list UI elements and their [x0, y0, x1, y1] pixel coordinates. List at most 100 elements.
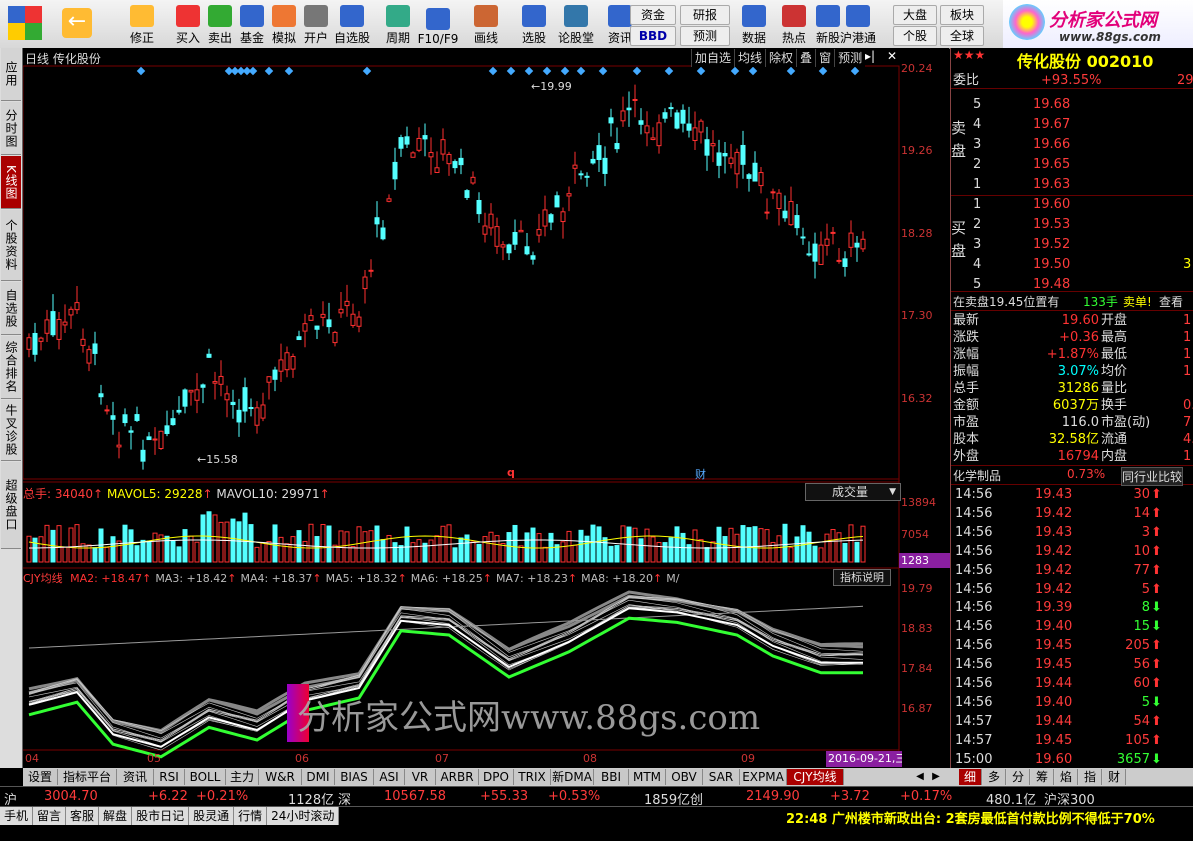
quanqiu-button[interactable]: 全球: [940, 26, 984, 46]
event-diamond-icon[interactable]: [786, 66, 796, 76]
event-diamond-icon[interactable]: [136, 66, 146, 76]
sz-value[interactable]: 10567.58: [384, 789, 446, 804]
candle-body[interactable]: [44, 319, 50, 334]
candle-body[interactable]: [68, 308, 74, 316]
candle-body[interactable]: [650, 137, 656, 140]
candle-body[interactable]: [314, 325, 320, 330]
news-ticker[interactable]: 22:48 广州楼市新政出台: 2套房最低首付款比例不得低于70%: [786, 808, 1155, 827]
candle-body[interactable]: [338, 308, 344, 314]
candle-body[interactable]: [62, 321, 68, 326]
candle-body[interactable]: [308, 315, 314, 321]
candle-body[interactable]: [656, 122, 662, 147]
candle-body[interactable]: [638, 120, 644, 125]
dapan-button[interactable]: 大盘: [893, 5, 937, 25]
indicator-tab-19[interactable]: EXPMA: [740, 769, 787, 785]
candle-body[interactable]: [440, 139, 446, 155]
candle-body[interactable]: [470, 176, 476, 184]
sell-price[interactable]: 19.66: [1033, 136, 1070, 154]
candle-body[interactable]: [560, 211, 566, 223]
candle-body[interactable]: [122, 414, 128, 424]
event-diamond-icon[interactable]: [818, 66, 828, 76]
quote-tab-1[interactable]: 多: [983, 769, 1006, 785]
candle-body[interactable]: [518, 229, 524, 233]
toolbar-btn-10[interactable]: 选股: [514, 2, 554, 46]
candle-body[interactable]: [350, 313, 356, 326]
candle-body[interactable]: [320, 313, 326, 318]
candle-body[interactable]: [290, 356, 296, 370]
status-menu-item-4[interactable]: 股市日记: [132, 807, 190, 825]
candle-body[interactable]: [212, 381, 218, 384]
candle-body[interactable]: [554, 195, 560, 208]
quote-tab-0[interactable]: 细: [959, 769, 982, 785]
quote-tab-2[interactable]: 分: [1007, 769, 1030, 785]
candle-body[interactable]: [626, 107, 632, 111]
candle-body[interactable]: [200, 384, 206, 388]
candle-body[interactable]: [728, 157, 734, 164]
chart-header-btn-1[interactable]: 均线: [734, 49, 765, 67]
candle-body[interactable]: [242, 387, 248, 412]
toolbar-btn-11[interactable]: 论股堂: [556, 2, 596, 46]
event-cai[interactable]: 财: [695, 466, 706, 482]
status-menu-item-3[interactable]: 解盘: [99, 807, 133, 825]
candle-body[interactable]: [182, 389, 188, 407]
event-diamond-icon[interactable]: [598, 66, 608, 76]
candle-body[interactable]: [710, 143, 716, 147]
indicator-tab-7[interactable]: DMI: [302, 769, 335, 785]
event-diamond-icon[interactable]: [284, 66, 294, 76]
candle-body[interactable]: [506, 244, 512, 254]
candle-body[interactable]: [812, 243, 818, 262]
yanbao-button[interactable]: 研报: [680, 5, 730, 25]
candle-body[interactable]: [110, 415, 116, 420]
indicator-tab-16[interactable]: MTM: [629, 769, 666, 785]
candle-body[interactable]: [824, 238, 830, 246]
candle-body[interactable]: [134, 414, 140, 421]
gegu-button[interactable]: 个股: [893, 26, 937, 46]
candle-body[interactable]: [344, 300, 350, 307]
candle-body[interactable]: [854, 242, 860, 248]
candle-body[interactable]: [356, 316, 362, 327]
zijin-button[interactable]: 资金: [630, 5, 676, 25]
event-diamond-icon[interactable]: [362, 66, 372, 76]
candle-body[interactable]: [758, 172, 764, 187]
quote-tab-5[interactable]: 指: [1079, 769, 1102, 785]
tab-nav-right[interactable]: ▶: [929, 769, 943, 785]
candle-body[interactable]: [458, 157, 464, 166]
candle-body[interactable]: [416, 137, 422, 151]
candle-body[interactable]: [578, 173, 584, 176]
toolbar-btn-8[interactable]: F10/F9: [418, 2, 458, 46]
event-diamond-icon[interactable]: [248, 66, 258, 76]
quote-tab-6[interactable]: 财: [1103, 769, 1126, 785]
left-tab-3[interactable]: 个股资料: [1, 210, 21, 281]
candle-body[interactable]: [662, 112, 668, 119]
candle-body[interactable]: [764, 211, 770, 214]
candle-body[interactable]: [380, 227, 386, 240]
candle-body[interactable]: [284, 352, 290, 371]
candle-body[interactable]: [332, 331, 338, 344]
candle-body[interactable]: [788, 201, 794, 226]
event-diamond-icon[interactable]: [850, 66, 860, 76]
tab-nav-left[interactable]: ◀: [913, 769, 927, 785]
candle-body[interactable]: [722, 153, 728, 157]
status-menu-item-2[interactable]: 客服: [66, 807, 100, 825]
candle-body[interactable]: [734, 151, 740, 175]
sh-value[interactable]: 3004.70: [44, 789, 98, 804]
candle-body[interactable]: [224, 393, 230, 401]
candle-body[interactable]: [176, 409, 182, 413]
event-diamond-icon[interactable]: [264, 66, 274, 76]
candle-body[interactable]: [296, 336, 302, 341]
cy-value[interactable]: 2149.90: [746, 789, 800, 804]
event-diamond-icon[interactable]: [506, 66, 516, 76]
close-icon[interactable]: ✕: [887, 49, 901, 65]
left-tab-7[interactable]: 超级盘口: [1, 462, 21, 549]
candle-body[interactable]: [644, 125, 650, 134]
indicator-tab-13[interactable]: TRIX: [514, 769, 551, 785]
candle-body[interactable]: [272, 369, 278, 380]
candle-body[interactable]: [692, 127, 698, 141]
event-diamond-icon[interactable]: [664, 66, 674, 76]
candle-body[interactable]: [668, 107, 674, 110]
candle-body[interactable]: [476, 199, 482, 215]
candle-body[interactable]: [602, 157, 608, 174]
indicator-tab-5[interactable]: 主力: [226, 769, 259, 785]
quote-tab-3[interactable]: 筹: [1031, 769, 1054, 785]
candle-body[interactable]: [326, 319, 332, 328]
